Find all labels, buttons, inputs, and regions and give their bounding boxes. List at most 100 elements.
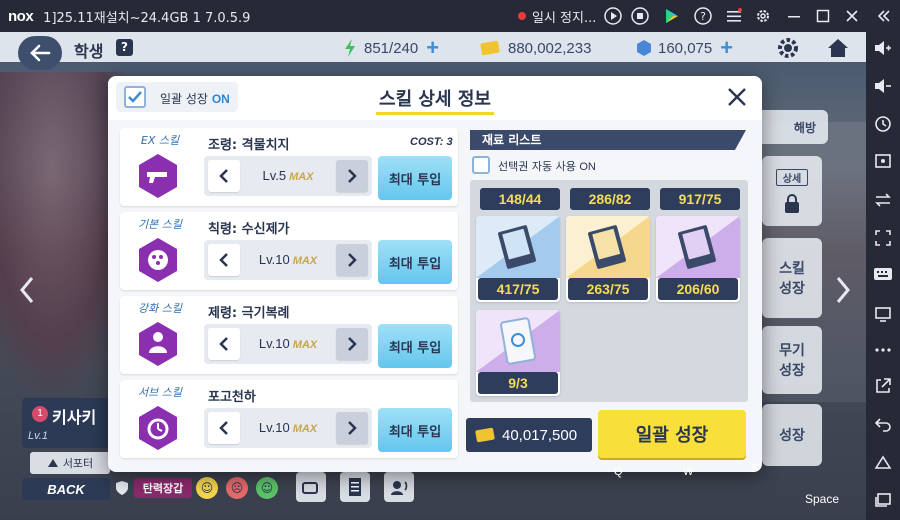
voice-icon[interactable] [384, 472, 414, 502]
settings-icon[interactable] [753, 6, 773, 26]
level-decrease-button[interactable] [208, 244, 240, 276]
help-button[interactable]: ? [116, 39, 133, 56]
more-icon[interactable] [873, 340, 893, 360]
profile-doc-icon[interactable] [340, 472, 370, 502]
stop-icon[interactable] [630, 6, 650, 26]
credit-icon [475, 427, 495, 443]
max-badge: MAX [292, 255, 318, 267]
share-icon[interactable] [873, 376, 893, 396]
home-icon[interactable] [826, 36, 850, 60]
help-circle-icon[interactable]: ? [693, 6, 713, 26]
ap-counter: 851/240 + [342, 37, 439, 59]
android-back-icon[interactable] [873, 414, 893, 434]
skill-name: 조령: 격물치지 [208, 138, 290, 153]
skill-type-tag: EX 스킬 [140, 134, 180, 147]
screen-record-icon[interactable] [873, 152, 893, 172]
skill-row-sub: 서브 스킬 포고천하 Lv.10 MAX 최대 투입 [120, 380, 458, 458]
rank-badge: 1 [32, 406, 48, 422]
keyboard-icon[interactable] [873, 264, 893, 284]
skill-row-ex: EX 스킬 조령: 격물치지 COST: 3 Lv.5 MAX 최대 투입 [120, 128, 458, 206]
material-item[interactable]: 206/60 [656, 216, 740, 302]
add-gem-button[interactable]: + [720, 37, 733, 59]
tech-notes-purple-icon [656, 216, 740, 278]
android-home-icon[interactable] [873, 452, 893, 472]
character-name: 키사키 [52, 408, 97, 427]
max-invest-button[interactable]: 최대 투입 [378, 324, 452, 368]
skill-type-tag: 강화 스킬 [138, 302, 182, 315]
screen-icon[interactable] [873, 304, 893, 324]
sync-icon[interactable] [873, 190, 893, 210]
play-store-icon[interactable] [662, 6, 682, 26]
settings-gear-icon[interactable] [776, 36, 800, 60]
level-stepper: Lv.10 MAX [204, 240, 372, 280]
skill-row-enhanced: 강화 스킬 제령: 극기복례 Lv.10 MAX 최대 투입 [120, 296, 458, 374]
close-window-icon[interactable] [842, 6, 862, 26]
supporter-tag: 서포터 [30, 452, 110, 474]
level-increase-button[interactable] [336, 160, 368, 192]
level-decrease-button[interactable] [208, 328, 240, 360]
skill-name: 제령: 극기복례 [208, 306, 290, 321]
skill-growth-tab[interactable]: 스킬 성장 [762, 238, 822, 318]
chevron-left-icon [219, 253, 228, 267]
auto-ticket-checkbox[interactable] [472, 156, 490, 174]
armor-shield-icon [114, 480, 130, 496]
back-arrow-button[interactable] [18, 36, 62, 70]
bulk-grow-button[interactable]: 일괄 성장 [598, 410, 746, 458]
minimize-icon[interactable] [784, 6, 804, 26]
level-decrease-button[interactable] [208, 412, 240, 444]
collapse-sidebar-icon[interactable] [874, 6, 894, 26]
material-item[interactable]: 417/75 [476, 216, 560, 302]
supporter-icon [47, 459, 58, 467]
max-invest-button[interactable]: 최대 투입 [378, 156, 452, 200]
close-modal-icon[interactable] [724, 84, 750, 110]
level-increase-button[interactable] [336, 412, 368, 444]
material-count: 417/75 [478, 278, 558, 300]
record-macro-icon[interactable] [873, 114, 893, 134]
selection-ticket-purple-icon [476, 310, 560, 372]
auto-ticket-label: 선택권 자동 사용 [498, 160, 576, 173]
max-invest-button[interactable]: 최대 투입 [378, 408, 452, 452]
android-recents-icon[interactable] [873, 490, 893, 510]
material-item[interactable]: 9/3 [476, 310, 560, 396]
material-count: 206/60 [658, 278, 738, 300]
skill-detail-card[interactable]: 상세 [762, 156, 822, 226]
credit-counter: 880,002,233 [480, 38, 591, 58]
level-stepper: Lv.5 MAX [204, 156, 372, 196]
skill-level: Lv.10 [258, 336, 290, 351]
key-hint-q: Q [614, 466, 623, 478]
emote-happy-icon: ☺ [196, 477, 218, 499]
volume-down-icon[interactable] [873, 76, 893, 96]
next-student-arrow-icon[interactable] [830, 270, 856, 310]
volume-up-icon[interactable] [873, 38, 893, 58]
liberation-tab[interactable]: 해방 [754, 110, 828, 144]
menu-icon[interactable] [724, 6, 744, 26]
prev-student-arrow-icon[interactable] [14, 270, 40, 310]
swap-icon[interactable] [296, 472, 326, 502]
weapon-growth-tab[interactable]: 무기 성장 [762, 326, 822, 394]
growth-tab[interactable]: 성장 [762, 404, 822, 466]
tech-notes-gold-icon [566, 216, 650, 278]
skill-level: Lv.10 [258, 420, 290, 435]
skill-row-basic: 기본 스킬 칙령: 수신제가 Lv.10 MAX 최대 투입 [120, 212, 458, 290]
level-decrease-button[interactable] [208, 160, 240, 192]
add-ap-button[interactable]: + [426, 37, 439, 59]
max-invest-button[interactable]: 최대 투입 [378, 240, 452, 284]
key-hint-f: F [752, 463, 759, 475]
level-increase-button[interactable] [336, 328, 368, 360]
level-increase-button[interactable] [336, 244, 368, 276]
credit-icon [480, 40, 500, 56]
pause-label[interactable]: 일시 정지... [532, 7, 596, 26]
tech-notes-blue-icon [476, 216, 560, 278]
character-level: Lv.1 [28, 430, 48, 442]
play-icon[interactable] [603, 6, 623, 26]
gem-value: 160,075 [658, 39, 713, 57]
ap-bolt-icon [345, 39, 355, 57]
fullscreen-icon[interactable] [873, 228, 893, 248]
chevron-right-icon [348, 253, 357, 267]
maximize-icon[interactable] [813, 6, 833, 26]
modal-title: 스킬 상세 정보 [379, 89, 491, 110]
skill-detail-modal: 일괄 성장 ON 스킬 상세 정보 EX 스킬 조령: 격물치지 COST: 3… [108, 76, 762, 472]
material-item[interactable]: 263/75 [566, 216, 650, 302]
chevron-right-icon [348, 421, 357, 435]
back-button[interactable]: BACK [22, 478, 110, 500]
